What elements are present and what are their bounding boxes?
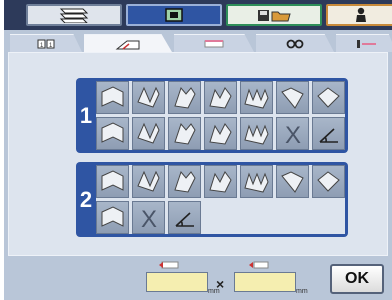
fold-type-icon [101,86,124,107]
custom-angle-icon [318,127,338,143]
fold-type-icon [174,86,196,109]
fold-type-icon [244,172,269,193]
fold-option-button[interactable] [276,165,309,198]
fold-option-button[interactable] [132,81,165,114]
fold-type-icon [101,122,124,143]
bottom-bar: mm × mm OK [4,258,392,300]
empty-slot [276,201,309,234]
subtab-duplex[interactable]: 1 1 [10,34,82,52]
sub-tab-bar: 1 1 [4,34,392,52]
fold-type-icon [137,170,160,192]
fold-option-button[interactable] [240,117,273,150]
folder-save-icon [258,10,291,22]
tab-user[interactable] [326,4,392,26]
fold-option-button[interactable] [276,81,309,114]
fold-option-button[interactable] [240,165,273,198]
fold-option-button[interactable] [168,117,201,150]
group-number: 1 [79,102,93,128]
fold-option-button[interactable] [204,81,237,114]
fold-type-icon [317,171,340,192]
fold-type-icon [317,87,340,108]
empty-slot [204,201,237,234]
fold-option-grid: X [96,165,345,234]
duplex-page-icon: 1 1 [37,39,55,49]
screen-mode-icon [165,8,183,22]
fold-option-button[interactable] [96,165,129,198]
fold-type-icon [137,122,160,144]
fold-option-button[interactable] [204,117,237,150]
ok-button[interactable]: OK [330,264,384,294]
svg-text:X: X [285,122,301,146]
fold-option-button[interactable] [96,81,129,114]
fold-option-button[interactable] [240,81,273,114]
length-unit: mm [296,288,308,295]
svg-text:X: X [141,206,157,230]
empty-slot [312,201,345,234]
tab-screen[interactable] [126,4,222,26]
fold-cancel-button[interactable]: X [276,117,309,150]
width-dimension-icon [159,261,179,269]
subtab-offset[interactable] [336,34,392,52]
offset-icon [357,39,376,48]
scan-stack-icon [59,8,89,23]
x-icon: X [285,122,301,146]
group-number: 2 [79,186,93,212]
subtab-punch[interactable] [256,34,334,52]
screen: 1 1 1 X 2 X mm × mm OK [4,0,392,300]
length-input[interactable] [234,272,296,292]
fold-type-icon [281,87,304,109]
fold-type-icon [209,171,232,193]
subtab-fold[interactable] [84,34,172,52]
fold-option-button[interactable] [132,165,165,198]
fold-type-icon [209,87,232,109]
fold-type-icon [174,122,196,145]
custom-fold-button[interactable] [168,201,201,234]
tab-store[interactable] [226,4,322,26]
width-input[interactable] [146,272,208,292]
fold-type-icon [101,170,124,191]
staple-edge-icon [204,39,224,47]
fold-option-button[interactable] [204,165,237,198]
top-tab-bar [4,0,392,30]
fold-option-button[interactable] [96,201,129,234]
custom-fold-button[interactable] [312,117,345,150]
punch-holes-icon [286,39,304,48]
fold-option-button[interactable] [168,81,201,114]
custom-angle-icon [174,211,194,227]
fold-group-2: 2 X [76,162,348,237]
fold-group-1: 1 X [76,78,348,153]
empty-slot [240,201,273,234]
fold-option-button[interactable] [168,165,201,198]
fold-option-button[interactable] [132,117,165,150]
fold-type-icon [209,123,232,145]
fold-type-icon [244,124,269,145]
fold-option-button[interactable] [312,165,345,198]
user-icon [356,7,366,22]
fold-option-button[interactable] [312,81,345,114]
fold-type-icon [174,170,196,193]
fold-type-icon [244,88,269,109]
x-icon: X [141,206,157,230]
length-dimension-icon [249,261,269,269]
tab-scan[interactable] [26,4,122,26]
fold-option-grid: X [96,81,345,150]
subtab-staple[interactable] [174,34,254,52]
fold-type-icon [137,86,160,108]
fold-option-button[interactable] [96,117,129,150]
fold-type-icon [101,206,124,227]
fold-finish-icon [115,40,140,50]
times-sign: × [216,276,225,292]
fold-type-icon [281,171,304,193]
fold-cancel-button[interactable]: X [132,201,165,234]
